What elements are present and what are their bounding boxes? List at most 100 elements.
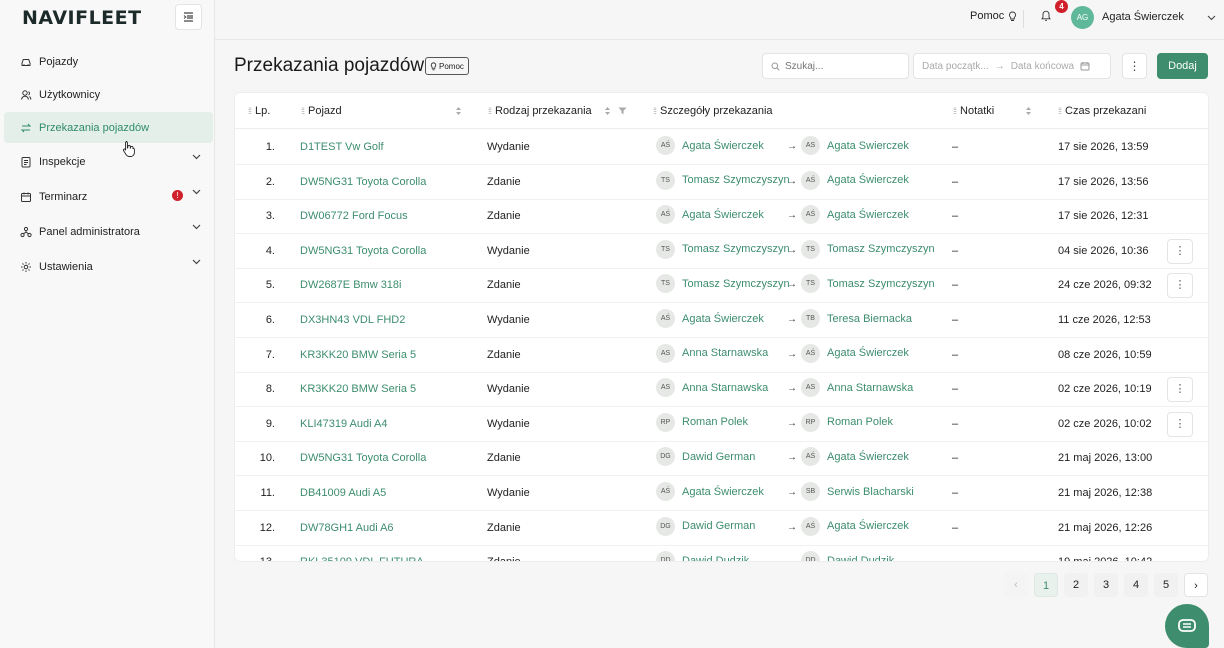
sidebar-item-przekazania-pojazdów[interactable]: Przekazania pojazdów xyxy=(4,112,213,143)
date-start-input[interactable]: Data początk... xyxy=(922,61,989,72)
vehicle-link[interactable]: D1TEST Vw Golf xyxy=(300,141,384,153)
from-person[interactable]: DG Dawid German xyxy=(656,447,755,467)
from-person[interactable]: DG Dawid German xyxy=(656,516,755,536)
table-row[interactable]: 2. DW5NG31 Toyota Corolla Zdanie TS Tomasz S… xyxy=(235,165,1208,200)
chevron-down-icon[interactable] xyxy=(1207,12,1216,24)
column-header-notes[interactable]: ⁞⁞ Notatki xyxy=(953,105,994,117)
to-person[interactable]: TS Tomasz Szymczyszyn xyxy=(801,274,935,294)
search-input[interactable] xyxy=(785,60,895,72)
from-person[interactable]: AŚ Agata Świerczek xyxy=(656,136,764,155)
sidebar-item-użytkownicy[interactable]: Użytkownicy xyxy=(4,79,213,110)
from-person[interactable]: TS Tomasz Szymczyszyn xyxy=(656,239,790,259)
vehicle-link[interactable]: RKL35109 VDL FUTURA xyxy=(300,556,424,561)
to-person[interactable]: AŚ Agata Świerczek xyxy=(801,343,909,363)
table-row[interactable]: 3. DW06772 Ford Focus Zdanie AŚ Agata Świerc… xyxy=(235,199,1208,235)
date-end-input[interactable]: Data końcowa xyxy=(1011,61,1074,72)
from-person[interactable]: AS Anna Starnawska xyxy=(656,343,768,363)
filter-icon[interactable] xyxy=(618,107,627,115)
sort-icon[interactable] xyxy=(604,106,611,116)
to-person[interactable]: AŚ Agata Świerczek xyxy=(801,447,909,467)
vehicle-link[interactable]: DW5NG31 Toyota Corolla xyxy=(300,176,426,188)
table-row[interactable]: 7. KR3KK20 BMW Seria 5 Zdanie AS Anna Starna… xyxy=(235,338,1208,373)
from-person[interactable]: RP Roman Polek xyxy=(656,412,748,432)
table-row[interactable]: 5. DW2687E Bmw 318i Zdanie TS Tomasz Szymczy… xyxy=(235,268,1208,304)
to-person[interactable]: TB Teresa Biernacka xyxy=(801,309,912,328)
vehicle-link[interactable]: DW06772 Ford Focus xyxy=(300,210,408,222)
row-menu-button[interactable]: ⋮ xyxy=(1167,273,1193,299)
vehicle-link[interactable]: DW5NG31 Toyota Corolla xyxy=(300,452,426,464)
row-menu-button[interactable]: ⋮ xyxy=(1167,411,1193,437)
search-field[interactable] xyxy=(762,53,909,79)
table-row[interactable]: 13. RKL35109 VDL FUTURA Zdanie DD Dawid Dudz… xyxy=(235,545,1208,561)
to-person[interactable]: AS Agata Swierczek xyxy=(801,136,909,155)
sidebar-item-inspekcje[interactable]: Inspekcje xyxy=(4,145,213,178)
vehicle-link[interactable]: DW78GH1 Audi A6 xyxy=(300,522,394,534)
to-person[interactable]: RP Roman Polek xyxy=(801,412,893,432)
to-person[interactable]: AS Anna Starnawska xyxy=(801,378,913,398)
vehicle-link[interactable]: KR3KK20 BMW Seria 5 xyxy=(300,383,416,395)
page-3-button[interactable]: 3 xyxy=(1094,573,1118,597)
sidebar-item-terminarz[interactable]: Terminarz! xyxy=(4,180,213,213)
next-page-button[interactable]: › xyxy=(1184,573,1208,597)
drag-handle-icon[interactable]: ⁞⁞ xyxy=(953,106,957,116)
table-row[interactable]: 8. KR3KK20 BMW Seria 5 Wydanie AS Anna Starn… xyxy=(235,372,1208,408)
from-person[interactable]: AŚ Agata Świerczek xyxy=(656,309,764,328)
from-person[interactable]: DD Dawid Dudzik xyxy=(656,551,749,561)
vehicle-link[interactable]: KLI47319 Audi A4 xyxy=(300,418,387,430)
table-row[interactable]: 6. DX3HN43 VDL FHD2 Wydanie AŚ Agata Świercz… xyxy=(235,303,1208,338)
to-person[interactable]: DD Dawid Dudzik xyxy=(801,551,894,561)
drag-handle-icon[interactable]: ⁞⁞ xyxy=(248,106,252,116)
column-header-type[interactable]: ⁞⁞ Rodzaj przekazania xyxy=(488,105,592,117)
from-person[interactable]: TS Tomasz Szymczyszyn xyxy=(656,274,790,294)
page-2-button[interactable]: 2 xyxy=(1064,573,1088,597)
table-row[interactable]: 1. D1TEST Vw Golf Wydanie AŚ Agata Świerczek… xyxy=(235,130,1208,165)
column-header-time[interactable]: ⁞⁞ Czas przekazani xyxy=(1058,105,1146,117)
table-row[interactable]: 9. KLI47319 Audi A4 Wydanie RP Roman Polek → R… xyxy=(235,407,1208,442)
user-name[interactable]: Agata Świerczek xyxy=(1102,11,1184,23)
to-person[interactable]: AŚ Agata Świerczek xyxy=(801,170,909,190)
page-5-button[interactable]: 5 xyxy=(1154,573,1178,597)
vehicle-link[interactable]: DW5NG31 Toyota Corolla xyxy=(300,245,426,257)
vehicle-link[interactable]: DW2687E Bmw 318i xyxy=(300,279,402,291)
to-person[interactable]: AŚ Agata Świerczek xyxy=(801,205,909,225)
row-menu-button[interactable]: ⋮ xyxy=(1167,377,1193,403)
to-person[interactable]: TS Tomasz Szymczyszyn xyxy=(801,239,935,259)
column-header-vehicle[interactable]: ⁞⁞ Pojazd xyxy=(301,105,342,117)
sidebar-item-ustawienia[interactable]: Ustawienia xyxy=(4,250,213,283)
from-person[interactable]: AŚ Agata Świerczek xyxy=(656,205,764,225)
notifications-button[interactable] xyxy=(1041,10,1051,25)
table-row[interactable]: 12. DW78GH1 Audi A6 Zdanie DG Dawid German → A… xyxy=(235,511,1208,546)
help-chip-button[interactable]: Pomoc xyxy=(425,57,469,75)
to-person[interactable]: SB Serwis Blacharski xyxy=(801,482,914,501)
drag-handle-icon[interactable]: ⁞⁞ xyxy=(488,106,492,116)
vehicle-link[interactable]: DX3HN43 VDL FHD2 xyxy=(300,314,405,326)
add-button[interactable]: Dodaj xyxy=(1157,53,1208,79)
to-person[interactable]: AŚ Agata Świerczek xyxy=(801,516,909,536)
collapse-sidebar-button[interactable] xyxy=(175,4,202,30)
help-link[interactable]: Pomoc xyxy=(970,10,1017,22)
vehicle-link[interactable]: KR3KK20 BMW Seria 5 xyxy=(300,349,416,361)
sidebar-item-panel-administratora[interactable]: Panel administratora xyxy=(4,215,213,248)
date-range-picker[interactable]: Data początk... → Data końcowa xyxy=(913,53,1111,79)
page-4-button[interactable]: 4 xyxy=(1124,573,1148,597)
drag-handle-icon[interactable]: ⁞⁞ xyxy=(653,106,657,116)
chat-button[interactable] xyxy=(1165,604,1209,648)
sidebar-item-pojazdy[interactable]: Pojazdy xyxy=(4,46,213,77)
table-row[interactable]: 4. DW5NG31 Toyota Corolla Wydanie TS Tomasz … xyxy=(235,234,1208,269)
page-1-button[interactable]: 1 xyxy=(1034,573,1058,597)
drag-handle-icon[interactable]: ⁞⁞ xyxy=(301,106,305,116)
from-person[interactable]: AS Anna Starnawska xyxy=(656,378,768,398)
sort-icon[interactable] xyxy=(1025,106,1032,116)
vehicle-link[interactable]: DB41009 Audi A5 xyxy=(300,487,386,499)
sort-icon[interactable] xyxy=(455,106,462,116)
drag-handle-icon[interactable]: ⁞⁞ xyxy=(1058,106,1062,116)
column-header-details[interactable]: ⁞⁞ Szczegóły przekazania xyxy=(653,105,773,117)
from-person[interactable]: AŚ Agata Świerczek xyxy=(656,482,764,501)
table-row[interactable]: 10. DW5NG31 Toyota Corolla Zdanie DG Dawid G… xyxy=(235,441,1208,477)
row-menu-button[interactable]: ⋮ xyxy=(1167,238,1193,264)
from-person[interactable]: TS Tomasz Szymczyszyn xyxy=(656,170,790,190)
column-header-lp[interactable]: ⁞⁞ Lp. xyxy=(248,105,270,117)
table-row[interactable]: 11. DB41009 Audi A5 Wydanie AŚ Agata Świercz… xyxy=(235,476,1208,511)
avatar[interactable]: AG xyxy=(1071,6,1094,29)
prev-page-button[interactable]: ‹ xyxy=(1004,573,1028,597)
